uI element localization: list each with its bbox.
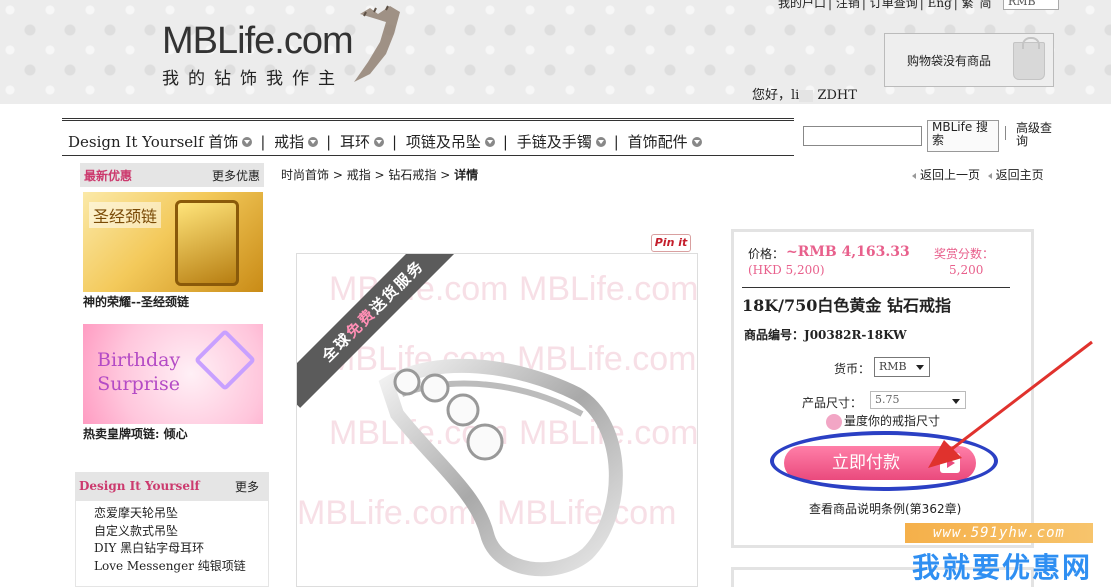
logo-slogan: 我的钻饰我作主 xyxy=(162,69,344,89)
product-code: 商品编号：J00382R-18KW xyxy=(744,326,907,343)
nav-label: 首饰配件 xyxy=(627,133,688,151)
terms-link[interactable]: 查看商品说明条例(第362章) xyxy=(809,500,961,517)
chevron-down-icon xyxy=(691,137,702,147)
nav-item-rings[interactable]: 戒指 xyxy=(274,131,319,152)
traditional-link[interactable]: 繁 xyxy=(962,0,974,10)
nav-label: 戒指 xyxy=(274,133,305,151)
pinterest-pin-button[interactable]: Pin it xyxy=(651,234,691,252)
cart-status: 购物袋没有商品 xyxy=(907,54,992,68)
main-nav: Design It Yourself 首饰 | 戒指 | 耳环 | 项链及吊坠 | 手链… xyxy=(62,118,794,156)
reward-value: 5,200 xyxy=(949,263,984,277)
user-greeting: 您好，li ZDHT xyxy=(752,84,857,103)
advanced-search-link[interactable]: 高级查询 xyxy=(1016,122,1056,148)
breadcrumb: 时尚首饰 > 戒指 > 钻石戒指 > 详情 xyxy=(281,168,479,182)
simplified-link[interactable]: 简 xyxy=(980,0,992,10)
list-item[interactable]: DIY 黑白钻字母耳环 xyxy=(94,540,246,558)
site-watermark-name: 我就要优惠网 xyxy=(912,551,1093,584)
breadcrumb-item[interactable]: 戒指 xyxy=(347,168,371,182)
product-code-value: J00382R-18KW xyxy=(804,328,907,342)
back-home-link[interactable]: 返回主页 xyxy=(996,168,1044,182)
list-item[interactable]: Love Messenger 纯银项链 xyxy=(94,558,246,576)
price-value: ~RMB 4,163.33 xyxy=(786,244,910,260)
product-code-label: 商品编号： xyxy=(744,328,805,342)
product-image[interactable]: MBLife.com MBLife.com MBLife.com MBLife.… xyxy=(296,253,698,587)
shopping-bag-icon xyxy=(1013,37,1045,80)
diy-list: 恋爱摩天轮吊坠 自定义款式吊坠 DIY 黑白钻字母耳环 Love Messeng… xyxy=(94,505,246,575)
chevron-down-icon xyxy=(484,137,495,147)
logo-text: MBLife.com xyxy=(162,20,354,62)
back-previous-link[interactable]: 返回上一页 xyxy=(920,168,980,182)
back-links: 返回上一页 返回主页 xyxy=(912,166,1044,183)
nav-label: Design It Yourself 首饰 xyxy=(68,133,239,151)
deals-header: 最新优惠 更多优惠 xyxy=(80,163,264,187)
search-input[interactable] xyxy=(803,126,922,146)
header-currency-select[interactable]: RMB xyxy=(1003,0,1059,10)
bible-pendant-icon xyxy=(175,200,239,286)
english-link[interactable]: Eng xyxy=(928,0,952,10)
divider xyxy=(742,287,1010,288)
my-account-link[interactable]: 我的户口 xyxy=(778,0,826,10)
product-name: 18K/750白色黄金 钻石戒指 xyxy=(742,296,951,315)
great-wall-icon xyxy=(354,5,400,82)
search-button[interactable]: MBLife 搜索 xyxy=(927,120,999,152)
left-arrow-icon xyxy=(987,173,992,179)
watermark-text: MBLife.com xyxy=(519,270,698,308)
diy-more-link[interactable]: 更多 xyxy=(235,478,259,495)
price-label: 价格： xyxy=(748,247,785,261)
breadcrumb-current: 详情 xyxy=(454,168,479,182)
logout-link[interactable]: 注销 xyxy=(836,0,860,10)
size-label: 产品尺寸： xyxy=(802,396,863,410)
birthday-text: Birthday Surprise xyxy=(97,348,180,396)
nav-item-earrings[interactable]: 耳环 xyxy=(340,131,385,152)
list-item[interactable]: 自定义款式吊坠 xyxy=(94,523,246,541)
breadcrumb-item[interactable]: 时尚首饰 xyxy=(281,168,329,182)
site-logo[interactable]: MBLife.com 我的钻饰我作主 xyxy=(160,5,410,98)
price-hkd: (HKD 5,200) xyxy=(748,263,825,277)
chevron-down-icon xyxy=(595,137,606,147)
chevron-down-icon xyxy=(242,137,253,147)
shopping-cart[interactable]: 购物袋没有商品 xyxy=(884,33,1054,87)
nav-item-bracelets[interactable]: 手链及手镯 xyxy=(517,131,606,152)
ring-size-icon xyxy=(826,413,842,430)
top-links: 我的户口 | 注销 | 订单查询 | Eng | 繁 简 xyxy=(778,0,994,11)
greeting-prefix: 您好， xyxy=(752,88,792,103)
nav-label: 手链及手镯 xyxy=(516,133,592,151)
promo-bible-necklace-image[interactable]: 圣经颈链 xyxy=(83,192,263,292)
greeting-suffix: ZDHT xyxy=(813,88,857,103)
annotation-arrow-icon xyxy=(928,340,1093,468)
nav-label: 项链及吊坠 xyxy=(405,133,481,151)
breadcrumb-item[interactable]: 钻石戒指 xyxy=(388,168,436,182)
left-arrow-icon xyxy=(912,173,916,179)
promo-badge: 圣经颈链 xyxy=(89,202,162,228)
nav-item-diy[interactable]: Design It Yourself 首饰 xyxy=(68,131,253,152)
deals-title: 最新优惠 xyxy=(84,169,133,183)
currency-label: 货币： xyxy=(834,362,871,376)
birthday-line2: Surprise xyxy=(97,373,180,395)
divider xyxy=(1005,126,1006,140)
chevron-down-icon xyxy=(374,137,385,147)
diy-title: Design It Yourself xyxy=(79,479,200,493)
diy-header: Design It Yourself 更多 xyxy=(75,472,269,501)
more-deals-link[interactable]: 更多优惠 xyxy=(212,167,260,184)
promo-caption-bible[interactable]: 神的荣耀--圣经颈链 xyxy=(83,293,189,310)
chevron-down-icon xyxy=(308,137,319,147)
order-query-link[interactable]: 订单查询 xyxy=(870,0,918,10)
heart-pendant-icon xyxy=(193,328,257,392)
promo-caption-heart[interactable]: 热卖皇牌项链: 倾心 xyxy=(83,425,188,442)
promo-birthday-image[interactable]: Birthday Surprise xyxy=(83,324,263,424)
site-watermark-url: www.591yhw.com xyxy=(905,523,1093,543)
birthday-line1: Birthday xyxy=(97,349,181,371)
ring-icon xyxy=(378,358,623,577)
nav-item-accessories[interactable]: 首饰配件 xyxy=(628,131,702,152)
nav-item-necklaces[interactable]: 项链及吊坠 xyxy=(406,131,495,152)
list-item[interactable]: 恋爱摩天轮吊坠 xyxy=(94,505,246,523)
greeting-user: li xyxy=(791,88,800,103)
reward-label: 奖赏分数： xyxy=(934,247,995,261)
nav-label: 耳环 xyxy=(340,133,371,151)
